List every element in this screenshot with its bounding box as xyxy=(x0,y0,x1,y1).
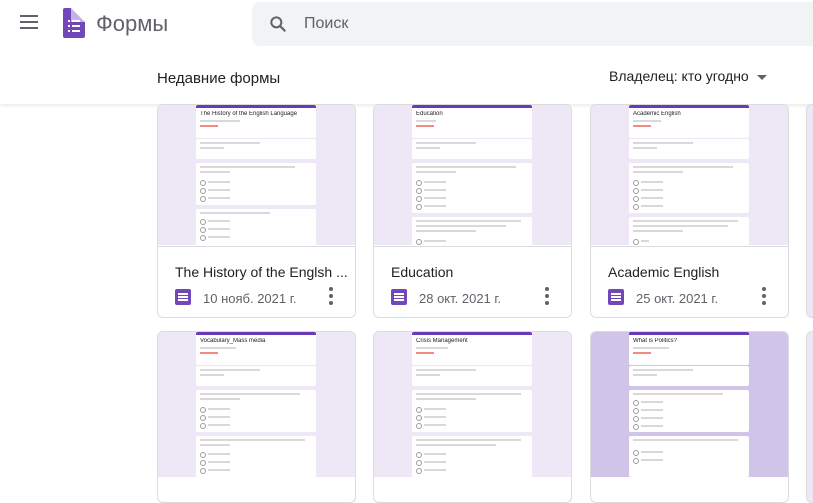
caret-down-icon xyxy=(756,74,767,80)
forms-file-icon xyxy=(175,289,191,305)
preview-title: What is Politics? xyxy=(633,338,678,344)
recent-forms-toolbar: Недавние формы Владелец: кто угодно xyxy=(0,48,813,104)
form-card[interactable]: Vocabulary_Mass media xyxy=(157,331,356,503)
form-preview-thumbnail: Academic English xyxy=(591,105,788,245)
search-icon[interactable] xyxy=(268,14,288,34)
form-preview-thumbnail: Education xyxy=(374,105,571,245)
menu-icon[interactable] xyxy=(20,15,38,29)
form-card[interactable]: Academic English Academic English 25 окт… xyxy=(590,104,789,318)
preview-title: Academic English xyxy=(633,111,681,117)
form-card-meta: Academic English 25 окт. 2021 г. xyxy=(591,246,788,317)
form-preview-thumbnail: Vocabulary_Mass media xyxy=(158,332,355,477)
preview-title: The History of the English Language xyxy=(200,111,298,117)
section-title: Недавние формы xyxy=(157,70,281,87)
form-card[interactable]: Crisis Management xyxy=(373,331,572,503)
preview-title: Crisis Management xyxy=(416,338,468,344)
more-vert-icon[interactable] xyxy=(761,287,767,305)
form-preview-thumbnail: What is Politics? xyxy=(591,332,788,477)
form-card[interactable]: What is Politics? xyxy=(590,331,789,503)
form-date: 28 окт. 2021 г. xyxy=(419,291,502,306)
forms-file-icon xyxy=(391,289,407,305)
form-preview-thumbnail: The History of the English Language xyxy=(158,105,355,245)
app-title[interactable]: Формы xyxy=(96,11,168,37)
search-input[interactable]: Поиск xyxy=(304,15,348,33)
preview-title: Education xyxy=(416,111,443,117)
form-title[interactable]: Education xyxy=(391,264,566,280)
form-card[interactable]: The History of the English Language The … xyxy=(157,104,356,318)
more-vert-icon[interactable] xyxy=(328,287,334,305)
form-title[interactable]: The History of the Englsh ... xyxy=(175,264,350,280)
forms-file-icon xyxy=(608,289,624,305)
app-header: Формы Поиск xyxy=(0,0,813,48)
form-card-partial[interactable] xyxy=(806,331,813,503)
more-vert-icon[interactable] xyxy=(544,287,550,305)
forms-grid: The History of the English Language The … xyxy=(0,104,813,503)
form-card[interactable]: Education Education 28 окт. 2021 г. xyxy=(373,104,572,318)
preview-title: Vocabulary_Mass media xyxy=(200,338,266,344)
forms-logo-icon[interactable] xyxy=(63,8,85,38)
form-preview-thumbnail: Crisis Management xyxy=(374,332,571,477)
form-card-partial[interactable] xyxy=(806,104,813,318)
form-card-meta: Education 28 окт. 2021 г. xyxy=(374,246,571,317)
owner-filter-dropdown[interactable]: Владелец: кто угодно xyxy=(609,68,767,84)
form-date: 10 нояб. 2021 г. xyxy=(203,291,297,306)
form-title[interactable]: Academic English xyxy=(608,264,783,280)
search-bar[interactable]: Поиск xyxy=(252,2,813,46)
form-date: 25 окт. 2021 г. xyxy=(636,291,719,306)
form-card-meta: The History of the Englsh ... 10 нояб. 2… xyxy=(158,246,355,317)
owner-filter-label: Владелец: кто угодно xyxy=(609,68,749,84)
